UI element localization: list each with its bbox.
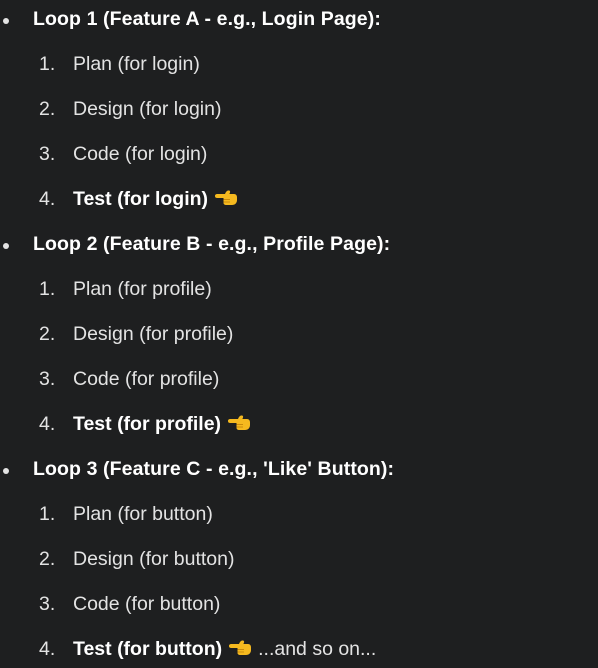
bullet-list-item: Loop 2 (Feature B - e.g., Profile Page): (0, 225, 598, 265)
list-number: 1. (39, 503, 56, 525)
numbered-list-item: 3. Code (for button) (0, 585, 598, 625)
list-number: 3. (39, 593, 56, 615)
step-label: Test (for profile) (73, 413, 222, 435)
bullet-list-item: Loop 3 (Feature C - e.g., 'Like' Button)… (0, 450, 598, 490)
list-number: 3. (39, 143, 56, 165)
list-number: 3. (39, 368, 56, 390)
chat-response-content: Loop 1 (Feature A - e.g., Login Page): 1… (0, 0, 598, 668)
bullet-point (3, 468, 9, 474)
step-text: Plan (for login) (73, 53, 200, 75)
loop-section: Loop 1 (Feature A - e.g., Login Page): 1… (0, 0, 598, 225)
list-number: 2. (39, 98, 56, 120)
bullet-point (3, 243, 9, 249)
numbered-list-item: 4. Test (for login) (0, 180, 598, 220)
loop-section: Loop 2 (Feature B - e.g., Profile Page):… (0, 225, 598, 450)
step-text: Code (for login) (73, 143, 208, 165)
list-number: 4. (39, 188, 56, 210)
list-number: 1. (39, 53, 56, 75)
numbered-list-item: 2. Design (for button) (0, 540, 598, 580)
step-text-bold: Test (for button) ...and so on... (73, 638, 376, 664)
numbered-list-item: 2. Design (for profile) (0, 315, 598, 355)
numbered-list-item: 1. Plan (for profile) (0, 270, 598, 310)
trailing-text: ...and so on... (258, 638, 377, 660)
bullet-point (3, 18, 9, 24)
step-text-bold: Test (for profile) (73, 413, 251, 439)
loop-heading: Loop 1 (Feature A - e.g., Login Page): (33, 8, 381, 30)
numbered-list-item: 3. Code (for login) (0, 135, 598, 175)
loop-heading: Loop 2 (Feature B - e.g., Profile Page): (33, 233, 391, 255)
numbered-list-item: 4. Test (for button) ...and so on... (0, 630, 598, 668)
step-text-bold: Test (for login) (73, 188, 238, 214)
step-text: Design (for profile) (73, 323, 234, 345)
list-number: 2. (39, 323, 56, 345)
list-number: 2. (39, 548, 56, 570)
numbered-list-item: 1. Plan (for button) (0, 495, 598, 535)
step-text: Design (for button) (73, 548, 235, 570)
backhand-index-pointing-left-icon (227, 413, 251, 439)
numbered-list-item: 3. Code (for profile) (0, 360, 598, 400)
step-text: Code (for button) (73, 593, 221, 615)
backhand-index-pointing-left-icon (214, 188, 238, 214)
step-label: Test (for login) (73, 188, 209, 210)
list-number: 4. (39, 638, 56, 660)
numbered-list-item: 4. Test (for profile) (0, 405, 598, 445)
backhand-index-pointing-left-icon (228, 638, 252, 664)
numbered-list-item: 1. Plan (for login) (0, 45, 598, 85)
numbered-list-item: 2. Design (for login) (0, 90, 598, 130)
step-text: Design (for login) (73, 98, 222, 120)
step-text: Plan (for profile) (73, 278, 212, 300)
loop-section: Loop 3 (Feature C - e.g., 'Like' Button)… (0, 450, 598, 668)
loop-heading: Loop 3 (Feature C - e.g., 'Like' Button)… (33, 458, 395, 480)
list-number: 4. (39, 413, 56, 435)
step-text: Code (for profile) (73, 368, 220, 390)
bullet-list-item: Loop 1 (Feature A - e.g., Login Page): (0, 0, 598, 40)
list-number: 1. (39, 278, 56, 300)
step-text: Plan (for button) (73, 503, 213, 525)
step-label: Test (for button) (73, 638, 223, 660)
